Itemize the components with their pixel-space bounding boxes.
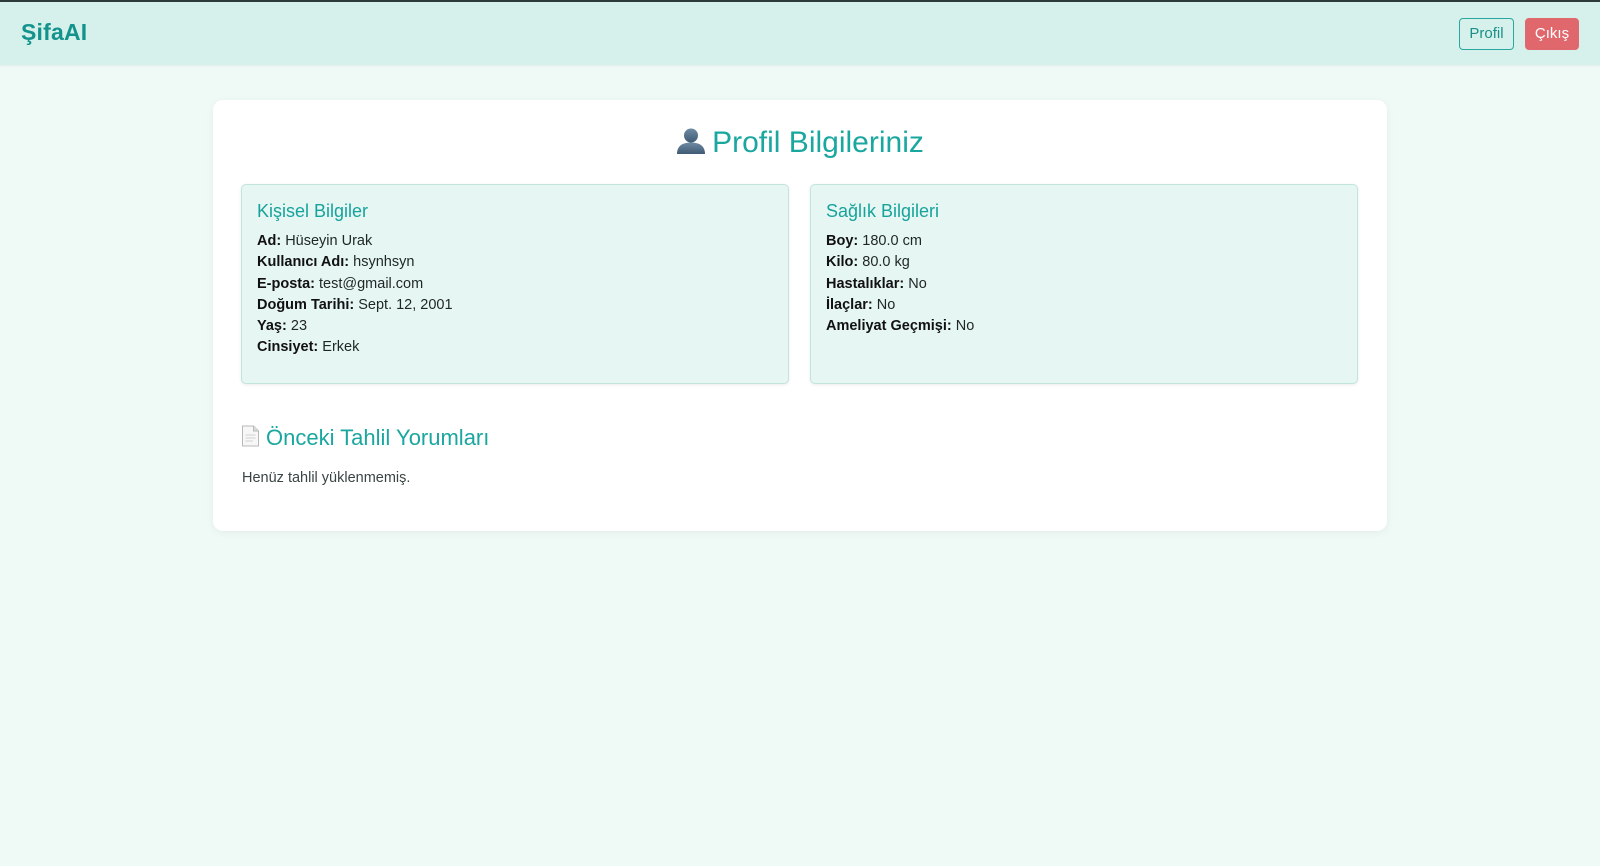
health-info-title: Sağlık Bilgileri [826, 201, 940, 221]
page-title-text: Profil Bilgileriniz [712, 126, 924, 159]
field-value: No [908, 275, 927, 292]
top-navbar: ŞifaAI Profil Çıkış [0, 0, 1600, 65]
field-label: Yaş: [257, 318, 287, 335]
field-value: 23 [290, 318, 308, 335]
field-gender: Cinsiyet: Erkek [257, 337, 773, 358]
brand-logo[interactable]: ŞifaAI [21, 19, 87, 46]
field-label: Doğum Tarihi: [257, 296, 355, 313]
field-name: Ad: Hüseyin Urak [257, 231, 773, 252]
user-icon [676, 127, 706, 163]
field-value: No [955, 318, 975, 335]
analysis-history-title-text: Önceki Tahlil Yorumları [266, 425, 490, 450]
field-label: Boy: [826, 233, 859, 249]
page-title: Profil Bilgileriniz [213, 126, 1387, 163]
field-value: Hüseyin Urak [285, 233, 373, 249]
field-diseases: Hastalıklar: No [826, 274, 1342, 295]
field-birthdate: Doğum Tarihi: Sept. 12, 2001 [257, 295, 773, 316]
logout-button[interactable]: Çıkış [1525, 18, 1579, 50]
personal-info-panel: Kişisel Bilgiler Ad: Hüseyin Urak Kullan… [241, 184, 789, 384]
personal-info-title: Kişisel Bilgiler [257, 201, 369, 221]
field-label: Ameliyat Geçmişi: [826, 318, 952, 335]
field-label: Hastalıklar: [826, 275, 905, 292]
field-label: Cinsiyet: [257, 339, 319, 356]
field-value: Sept. 12, 2001 [358, 296, 453, 313]
analysis-history-title: Önceki Tahlil Yorumları [241, 425, 489, 453]
field-medications: İlaçlar: No [826, 295, 1342, 316]
field-label: Kilo: [826, 254, 859, 271]
field-label: İlaçlar: [826, 296, 873, 313]
field-value: hsynhsyn [353, 254, 415, 271]
field-email: E-posta: test@gmail.com [257, 274, 773, 295]
field-height: Boy: 180.0 cm [826, 231, 1342, 252]
empty-analysis-message: Henüz tahlil yüklenmemiş. [242, 470, 411, 486]
profile-card: Profil Bilgileriniz Kişisel Bilgiler Ad:… [213, 100, 1387, 531]
field-label: Ad: [257, 233, 282, 249]
field-weight: Kilo: 80.0 kg [826, 252, 1342, 273]
health-info-panel: Sağlık Bilgileri Boy: 180.0 cm Kilo: 80.… [810, 184, 1358, 384]
field-username: Kullanıcı Adı: hsynhsyn [257, 252, 773, 273]
field-value: Erkek [322, 339, 360, 356]
profile-button[interactable]: Profil [1459, 18, 1514, 50]
field-label: Kullanıcı Adı: [257, 254, 350, 271]
field-surgery-history: Ameliyat Geçmişi: No [826, 316, 1342, 337]
document-icon [241, 425, 260, 453]
field-value: No [876, 296, 896, 313]
field-age: Yaş: 23 [257, 316, 773, 337]
field-value: 80.0 kg [862, 254, 910, 271]
field-value: test@gmail.com [319, 275, 424, 292]
field-value: 180.0 cm [862, 233, 922, 249]
field-label: E-posta: [257, 275, 315, 292]
